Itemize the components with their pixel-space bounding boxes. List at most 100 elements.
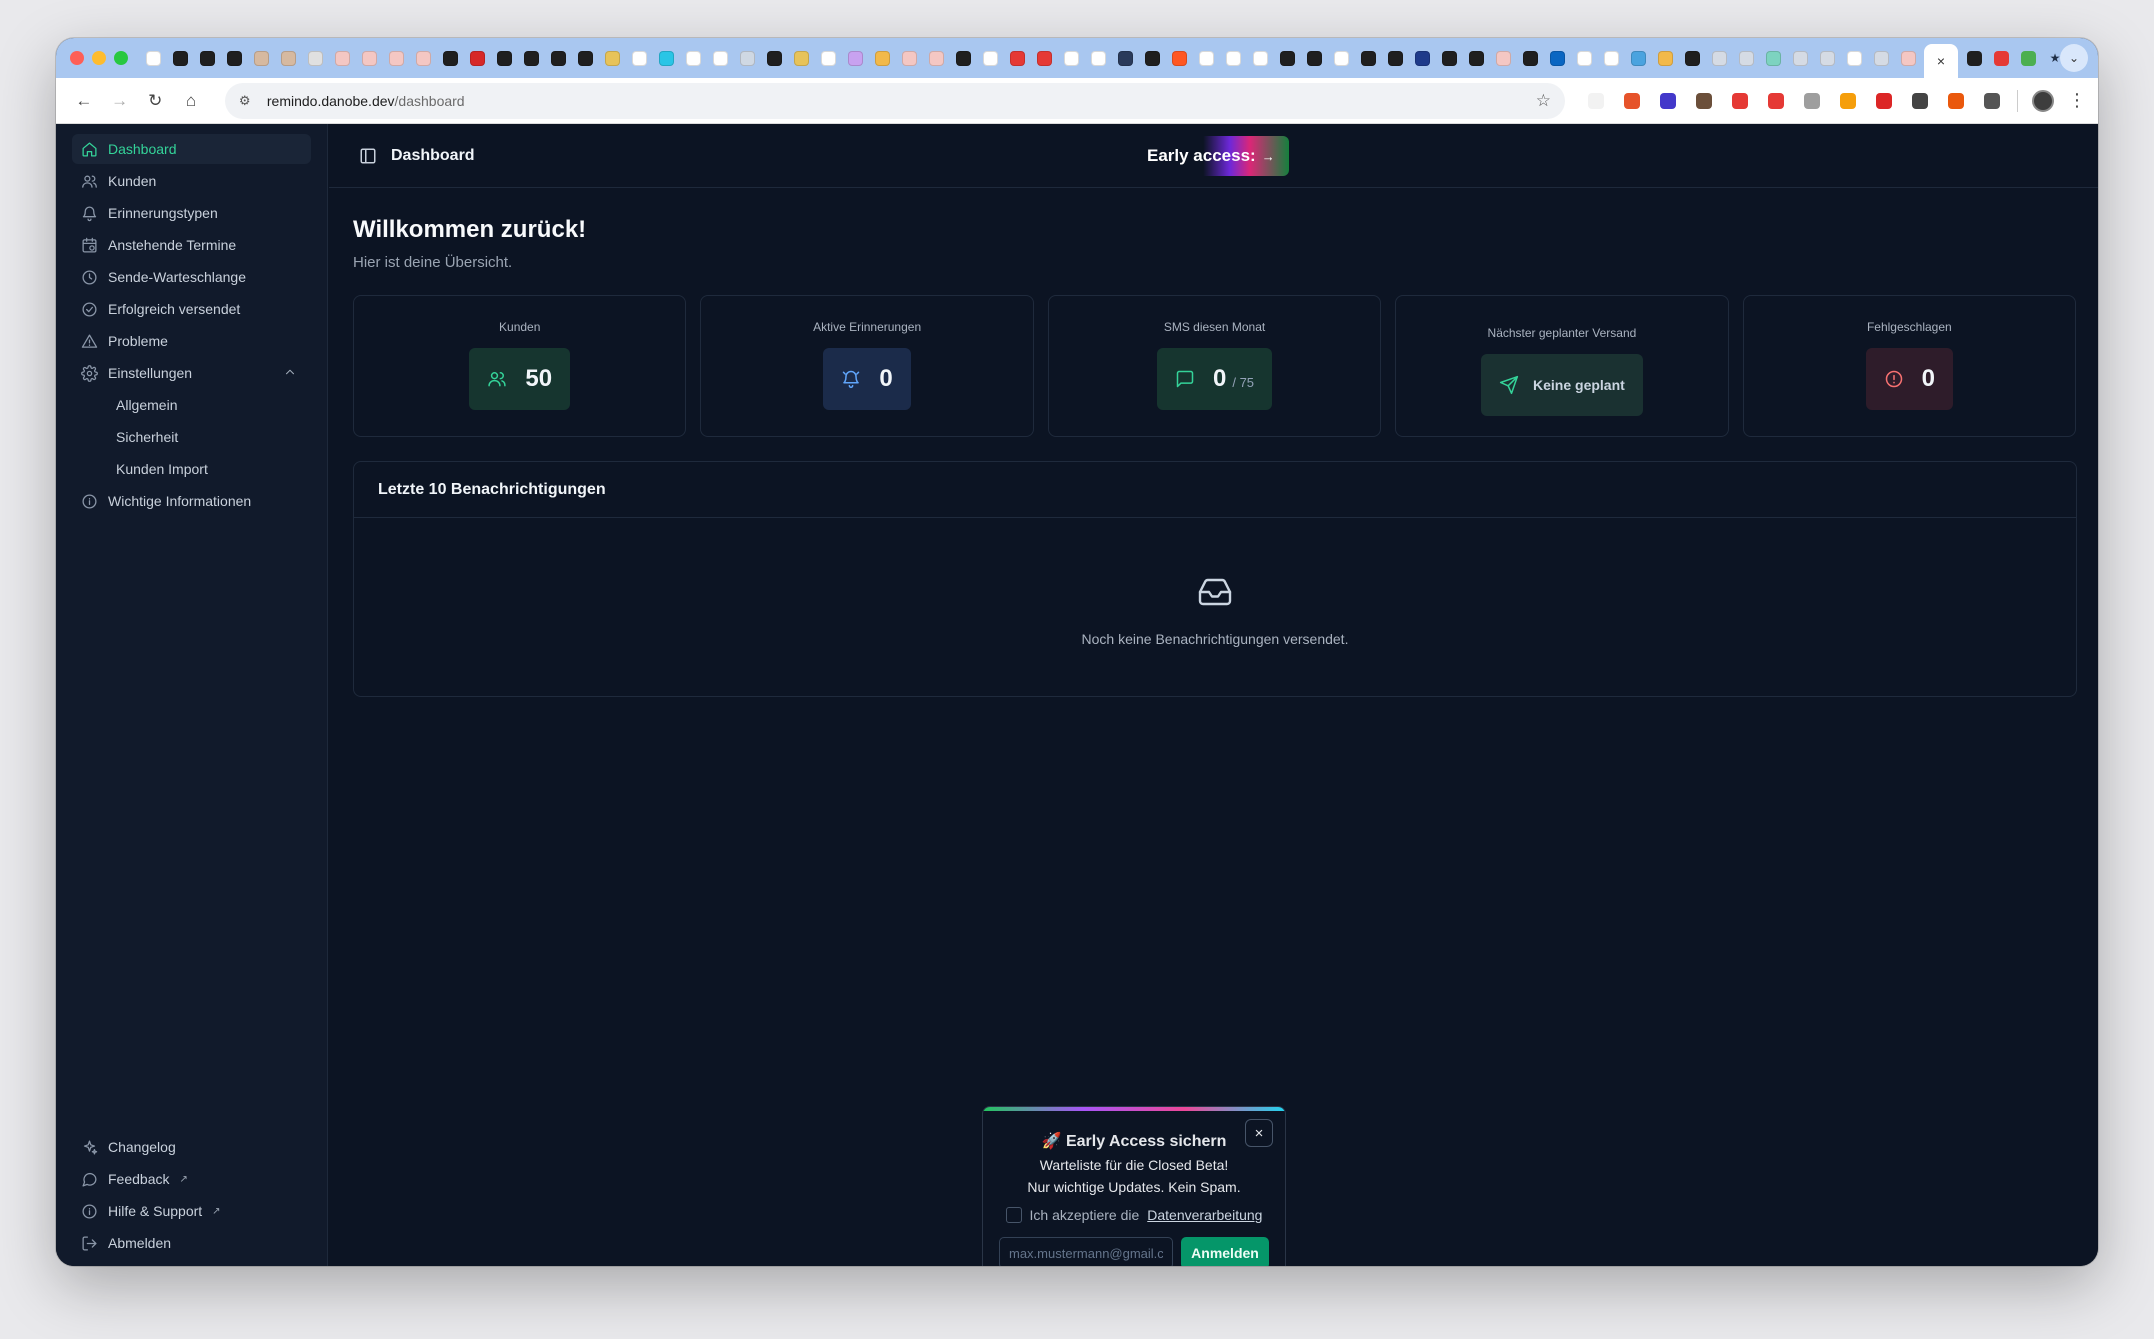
browser-tab[interactable] <box>1735 47 1757 69</box>
toggle-sidebar-icon[interactable] <box>359 147 377 165</box>
browser-tab[interactable] <box>196 47 218 69</box>
address-bar[interactable]: ⚙ remindo.danobe.dev/dashboard ☆ <box>224 82 1566 119</box>
sidebar-subitem-kunden-import[interactable]: Kunden Import <box>72 454 311 484</box>
extension-icon[interactable] <box>1729 90 1751 112</box>
sidebar-item-dashboard[interactable]: Dashboard <box>72 134 311 164</box>
browser-tab[interactable] <box>925 47 947 69</box>
sidebar-item-kunden[interactable]: Kunden <box>72 166 311 196</box>
browser-tab[interactable] <box>1762 47 1784 69</box>
browser-tab[interactable] <box>1789 47 1811 69</box>
extension-icon[interactable] <box>1873 90 1895 112</box>
extension-icon[interactable] <box>1585 90 1607 112</box>
browser-tab[interactable] <box>1276 47 1298 69</box>
extension-icon[interactable] <box>1945 90 1967 112</box>
sidebar-item-abmelden[interactable]: Abmelden <box>72 1228 312 1258</box>
browser-tab[interactable] <box>1681 47 1703 69</box>
browser-tab[interactable] <box>898 47 920 69</box>
browser-tab[interactable] <box>1438 47 1460 69</box>
browser-tab[interactable] <box>1963 47 1985 69</box>
browser-tab[interactable] <box>601 47 623 69</box>
browser-tab[interactable] <box>358 47 380 69</box>
extension-icon[interactable] <box>1657 90 1679 112</box>
browser-tab[interactable] <box>1195 47 1217 69</box>
browser-tab[interactable] <box>1087 47 1109 69</box>
back-icon[interactable]: ← <box>68 85 100 117</box>
extension-icon[interactable] <box>1981 90 2003 112</box>
sidebar-subitem-sicherheit[interactable]: Sicherheit <box>72 422 311 452</box>
browser-tab[interactable] <box>655 47 677 69</box>
browser-tab[interactable] <box>304 47 326 69</box>
browser-tab[interactable] <box>520 47 542 69</box>
browser-tab[interactable] <box>844 47 866 69</box>
extension-icon[interactable] <box>1693 90 1715 112</box>
submit-button[interactable]: Anmelden <box>1181 1237 1269 1266</box>
browser-tab[interactable] <box>250 47 272 69</box>
sidebar-item-probleme[interactable]: Probleme <box>72 326 311 356</box>
tab-search-dropdown[interactable]: ⌄ <box>2060 44 2088 72</box>
browser-tab[interactable] <box>1357 47 1379 69</box>
browser-tab[interactable] <box>1492 47 1514 69</box>
browser-tab[interactable] <box>979 47 1001 69</box>
minimize-window-button[interactable] <box>92 51 106 65</box>
sidebar-item-wichtige-informationen[interactable]: Wichtige Informationen <box>72 486 311 516</box>
extension-icon[interactable] <box>1801 90 1823 112</box>
browser-tab[interactable] <box>817 47 839 69</box>
extension-icon[interactable] <box>1909 90 1931 112</box>
browser-tab[interactable] <box>1465 47 1487 69</box>
browser-tab[interactable] <box>1897 47 1919 69</box>
browser-tab[interactable] <box>628 47 650 69</box>
browser-menu-icon[interactable]: ⋮ <box>2068 90 2086 111</box>
browser-tab[interactable] <box>1654 47 1676 69</box>
browser-tab[interactable] <box>682 47 704 69</box>
browser-tab[interactable] <box>1411 47 1433 69</box>
early-access-button[interactable]: Early access: → <box>1133 136 1289 176</box>
pinned-star-tab[interactable]: ★ <box>2044 47 2060 69</box>
site-info-icon[interactable]: ⚙ <box>239 93 257 109</box>
close-icon[interactable]: × <box>1245 1119 1273 1147</box>
browser-tab[interactable] <box>1330 47 1352 69</box>
active-browser-tab[interactable]: × <box>1924 44 1958 78</box>
maximize-window-button[interactable] <box>114 51 128 65</box>
reload-icon[interactable]: ↻ <box>139 85 171 117</box>
consent-checkbox[interactable] <box>1005 1207 1022 1223</box>
sidebar-item-feedback[interactable]: Feedback ↗ <box>72 1164 312 1194</box>
browser-tab[interactable] <box>790 47 812 69</box>
browser-tab[interactable] <box>1990 47 2012 69</box>
browser-tab[interactable] <box>1006 47 1028 69</box>
browser-tab[interactable] <box>1060 47 1082 69</box>
browser-tab[interactable] <box>1168 47 1190 69</box>
browser-tab[interactable] <box>1573 47 1595 69</box>
browser-tab[interactable] <box>169 47 191 69</box>
sidebar-subitem-allgemein[interactable]: Allgemein <box>72 390 311 420</box>
browser-tab[interactable] <box>1546 47 1568 69</box>
browser-tab[interactable] <box>547 47 569 69</box>
browser-tab[interactable] <box>1843 47 1865 69</box>
browser-tab[interactable] <box>1303 47 1325 69</box>
email-field[interactable] <box>999 1237 1173 1266</box>
sidebar-item-einstellungen[interactable]: Einstellungen <box>72 358 311 388</box>
extension-icon[interactable] <box>1765 90 1787 112</box>
sidebar-item-erfolgreich-versendet[interactable]: Erfolgreich versendet <box>72 294 311 324</box>
browser-tab[interactable] <box>2017 47 2039 69</box>
browser-tab[interactable] <box>574 47 596 69</box>
browser-tab[interactable] <box>709 47 731 69</box>
browser-tab[interactable] <box>1222 47 1244 69</box>
sidebar-item-erinnerungstypen[interactable]: Erinnerungstypen <box>72 198 311 228</box>
browser-tab[interactable] <box>1384 47 1406 69</box>
browser-tab[interactable] <box>1870 47 1892 69</box>
browser-tab[interactable] <box>1114 47 1136 69</box>
browser-tab[interactable] <box>277 47 299 69</box>
browser-tab[interactable] <box>385 47 407 69</box>
browser-tab[interactable] <box>223 47 245 69</box>
extension-icon[interactable] <box>1621 90 1643 112</box>
close-tab-icon[interactable]: × <box>1937 53 1945 69</box>
browser-tab[interactable] <box>1627 47 1649 69</box>
browser-tab[interactable] <box>1708 47 1730 69</box>
browser-tab[interactable] <box>1600 47 1622 69</box>
sidebar-item-hilfe-and-support[interactable]: Hilfe & Support ↗ <box>72 1196 312 1226</box>
browser-tab[interactable] <box>871 47 893 69</box>
close-window-button[interactable] <box>70 51 84 65</box>
browser-tab[interactable] <box>736 47 758 69</box>
forward-icon[interactable]: → <box>104 85 136 117</box>
browser-tab[interactable] <box>952 47 974 69</box>
